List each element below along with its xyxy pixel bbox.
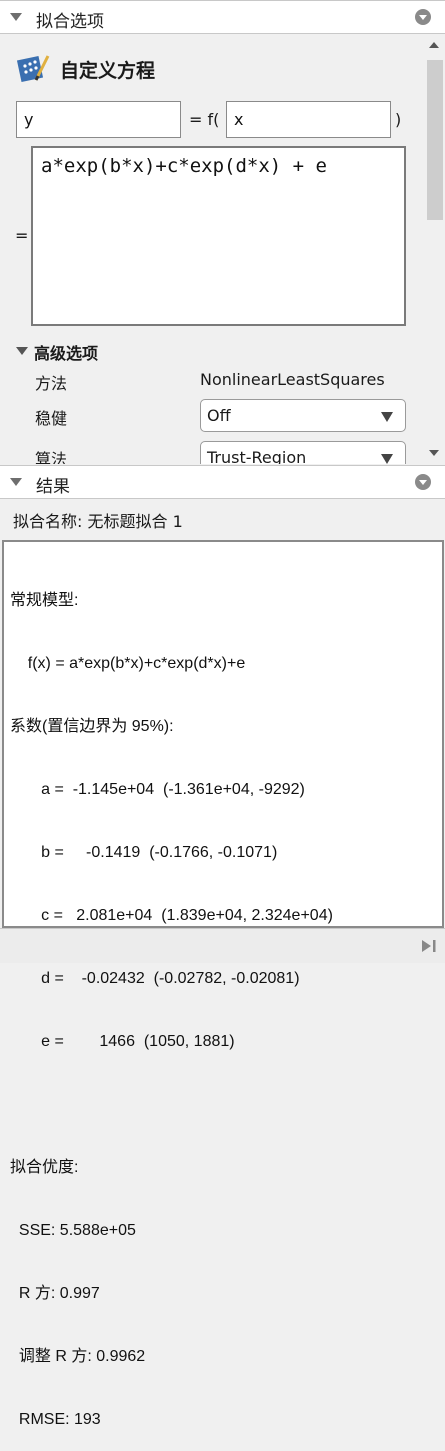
advanced-options-title[interactable]: 高级选项: [34, 340, 98, 364]
result-line: f(x) = a*exp(b*x)+c*exp(d*x)+e: [10, 655, 246, 672]
result-line: 系数(置信边界为 95%):: [10, 718, 174, 735]
algorithm-value: Trust-Region: [207, 448, 307, 464]
panel-menu-icon[interactable]: [415, 9, 431, 25]
results-header[interactable]: 结果: [0, 465, 445, 499]
fit-name-label: 拟合名称: 无标题拟合 1: [13, 512, 183, 531]
result-line: c = 2.081e+04 (1.839e+04, 2.324e+04): [10, 907, 333, 924]
equals-f-label: = f(: [189, 110, 220, 129]
independent-variable-input[interactable]: x: [226, 101, 391, 138]
robust-label: 稳健: [35, 409, 68, 428]
fit-options-header[interactable]: 拟合选项: [0, 0, 445, 34]
result-line: e = 1466 (1050, 1881): [10, 1033, 235, 1050]
result-line: SSE: 5.588e+05: [10, 1222, 136, 1239]
result-line: R 方: 0.997: [10, 1285, 100, 1302]
panel-menu-icon[interactable]: [415, 474, 431, 490]
algorithm-label: 算法: [35, 450, 68, 464]
close-paren-label: ): [395, 110, 402, 129]
scrollbar-thumb[interactable]: [427, 60, 443, 220]
result-line: a = -1.145e+04 (-1.361e+04, -9292): [10, 781, 305, 798]
equation-expression-input[interactable]: a*exp(b*x)+c*exp(d*x) + e: [31, 146, 406, 326]
fit-options-title: 拟合选项: [36, 12, 104, 32]
scroll-down-icon[interactable]: [429, 450, 439, 456]
result-line: RMSE: 193: [10, 1411, 101, 1428]
result-line: 拟合优度:: [10, 1159, 79, 1176]
equals-label: =: [15, 226, 29, 245]
fit-options-scrollbar[interactable]: [423, 34, 445, 464]
result-line: 调整 R 方: 0.9962: [10, 1348, 146, 1365]
results-text-area[interactable]: 常规模型: f(x) = a*exp(b*x)+c*exp(d*x)+e 系数(…: [2, 540, 444, 1428]
algorithm-dropdown[interactable]: Trust-Region: [200, 441, 406, 464]
robust-value: Off: [207, 406, 231, 425]
equation-type-title: 自定义方程: [60, 60, 156, 82]
skip-to-end-icon[interactable]: [421, 939, 437, 953]
scroll-up-icon[interactable]: [429, 42, 439, 48]
dependent-variable-input[interactable]: y: [16, 101, 181, 138]
result-line: b = -0.1419 (-0.1766, -0.1071): [10, 844, 278, 861]
chevron-down-icon: [381, 412, 393, 422]
robust-dropdown[interactable]: Off: [200, 399, 406, 432]
chevron-down-icon: [381, 454, 393, 464]
custom-equation-icon: [16, 55, 50, 83]
results-title: 结果: [36, 477, 70, 497]
method-label: 方法: [35, 374, 68, 393]
collapse-icon[interactable]: [10, 478, 22, 486]
result-line: 常规模型:: [10, 592, 79, 609]
method-value: NonlinearLeastSquares: [200, 370, 385, 389]
advanced-collapse-icon[interactable]: [16, 347, 28, 355]
result-line: d = -0.02432 (-0.02782, -0.02081): [10, 970, 300, 987]
status-bar: [0, 928, 445, 963]
algorithm-row-clip: 算法 Trust-Region: [0, 434, 423, 464]
collapse-icon[interactable]: [10, 13, 22, 21]
result-line: [10, 1094, 436, 1115]
